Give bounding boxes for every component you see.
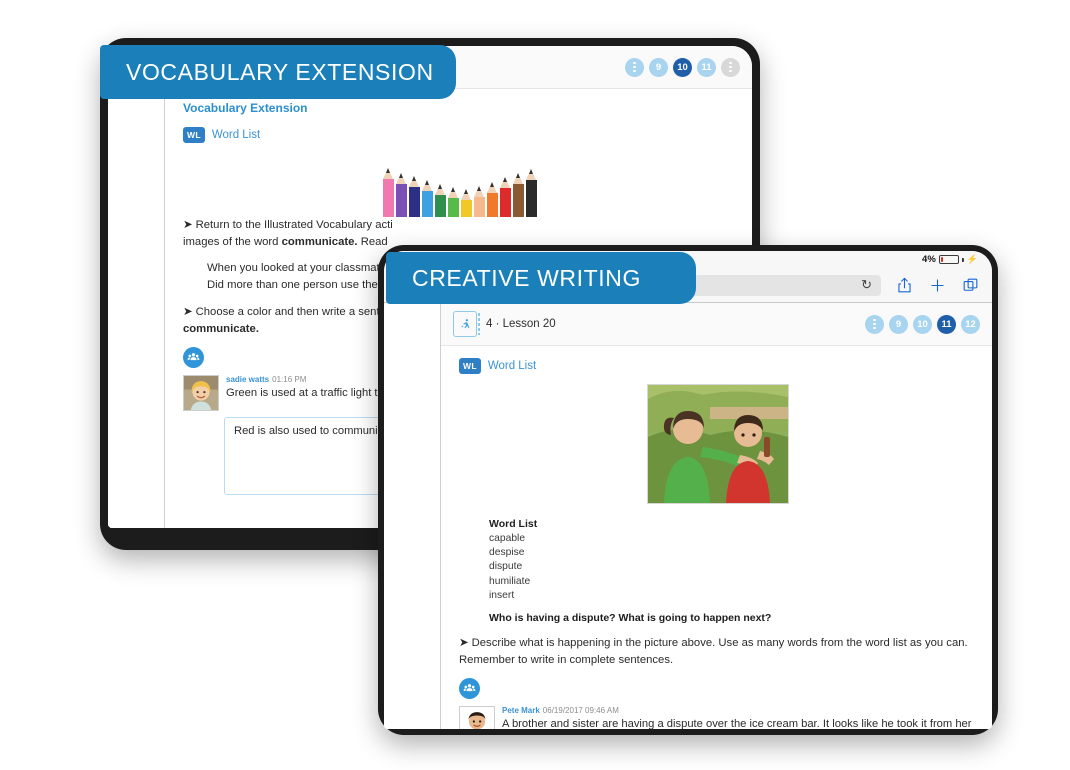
plus-icon[interactable] bbox=[928, 276, 947, 295]
creative-app-body: 4 · Lesson 20 9 10 11 12 WL Word List Wo… bbox=[384, 303, 992, 729]
nav-dot-10[interactable]: 10 bbox=[913, 314, 932, 334]
nav-dot-11[interactable]: 11 bbox=[937, 314, 956, 334]
vocabulary-paragraph-1-line1: ➤ Return to the Illustrated Vocabulary a… bbox=[183, 219, 393, 231]
lesson-running-figure-icon bbox=[453, 311, 480, 337]
vocabulary-extension-ribbon: VOCABULARY EXTENSION bbox=[100, 45, 456, 99]
creative-ribbon-label: CREATIVE WRITING bbox=[412, 264, 641, 291]
creative-comment-meta: Pete Mark 06/19/2017 09:46 AM bbox=[502, 706, 976, 715]
creative-instruction: ➤ Describe what is happening in the pict… bbox=[459, 635, 976, 669]
word-list-item: dispute bbox=[489, 561, 523, 573]
two-children-outdoors-photo bbox=[646, 384, 789, 504]
creative-instruction-line1: ➤ Describe what is happening in the pict… bbox=[459, 637, 968, 650]
avatar bbox=[459, 706, 495, 729]
creative-word-list-block: Word List capable despise dispute humili… bbox=[489, 518, 976, 624]
kebab-dots-icon bbox=[633, 62, 636, 72]
vocabulary-paragraph-1-line2-pre: images of the word bbox=[183, 236, 282, 249]
avatar bbox=[183, 374, 219, 411]
charging-bolt-icon: ⚡ bbox=[966, 254, 978, 264]
word-list-label: Word List bbox=[211, 129, 261, 141]
class-group-icon[interactable] bbox=[183, 346, 204, 368]
creative-lesson-label: 4 · Lesson 20 bbox=[486, 318, 556, 330]
nav-dot-9[interactable]: 9 bbox=[649, 57, 668, 77]
tabs-icon[interactable] bbox=[961, 276, 980, 295]
battery-cap-icon bbox=[961, 257, 964, 262]
creative-question: Who is having a dispute? What is going t… bbox=[489, 612, 772, 625]
word-list-label: Word List bbox=[487, 360, 537, 372]
creative-nav-dots[interactable]: 9 10 11 12 bbox=[865, 314, 980, 334]
nav-dot-menu-left[interactable] bbox=[865, 314, 884, 334]
status-bar-battery-group: 4% ⚡ bbox=[922, 254, 978, 265]
creative-lesson-header: 4 · Lesson 20 9 10 11 12 bbox=[441, 303, 992, 346]
colored-pencils-photo bbox=[360, 155, 560, 217]
kebab-dots-icon bbox=[729, 62, 732, 72]
creative-writing-tablet-screen: 9:30 AM 4% ⚡ exploros.com ↻ bbox=[384, 251, 992, 729]
word-list-badge: WL bbox=[183, 127, 205, 143]
vocabulary-ribbon-label: VOCABULARY EXTENSION bbox=[126, 58, 434, 85]
vocabulary-app-sidebar[interactable] bbox=[108, 46, 165, 528]
nav-dot-menu-left[interactable] bbox=[625, 57, 644, 77]
share-icon[interactable] bbox=[895, 276, 914, 295]
vocabulary-paragraph-1-line2-post: Read bbox=[357, 236, 388, 249]
vocabulary-word-list-link[interactable]: WL Word List bbox=[183, 127, 736, 143]
nav-dot-menu-right[interactable] bbox=[721, 57, 740, 77]
vocabulary-bold-word: communicate. bbox=[281, 236, 358, 249]
vocabulary-sub-line-2: Did more than one person use the sa bbox=[207, 279, 393, 292]
nav-dot-12[interactable]: 12 bbox=[961, 314, 980, 334]
vocabulary-paragraph-2-bold: communicate. bbox=[183, 322, 259, 335]
vocabulary-paragraph-2-line1: ➤ Choose a color and then write a senten bbox=[183, 305, 393, 318]
word-list-heading: Word List bbox=[489, 518, 538, 530]
class-group-icon[interactable] bbox=[459, 678, 480, 700]
word-list-badge: WL bbox=[459, 358, 481, 374]
creative-app-main: 4 · Lesson 20 9 10 11 12 WL Word List Wo… bbox=[441, 303, 992, 729]
creative-word-list-link[interactable]: WL Word List bbox=[459, 358, 976, 374]
comment-time: 01:16 PM bbox=[272, 374, 307, 384]
comment-text: A brother and sister are having a disput… bbox=[502, 718, 972, 729]
vocabulary-section-title: Vocabulary Extension bbox=[183, 101, 308, 115]
creative-content: WL Word List Word List capable despise d… bbox=[441, 346, 992, 729]
nav-dot-9[interactable]: 9 bbox=[889, 314, 908, 334]
word-list-item: despise bbox=[489, 547, 525, 559]
creative-comment: Pete Mark 06/19/2017 09:46 AM A brother a… bbox=[459, 706, 976, 729]
word-list-item: capable bbox=[489, 533, 526, 544]
comment-time: 06/19/2017 09:46 AM bbox=[542, 706, 619, 716]
comment-author[interactable]: Pete Mark bbox=[502, 706, 540, 715]
reload-icon[interactable]: ↻ bbox=[861, 277, 872, 293]
creative-app-sidebar[interactable] bbox=[384, 303, 441, 729]
vocabulary-nav-dots[interactable]: 9 10 11 bbox=[625, 57, 740, 77]
comment-author[interactable]: sadie watts bbox=[226, 375, 269, 384]
creative-writing-tablet-device: 9:30 AM 4% ⚡ exploros.com ↻ bbox=[378, 245, 998, 735]
battery-percent-label: 4% bbox=[922, 254, 936, 265]
word-list-item: insert bbox=[489, 589, 515, 601]
nav-dot-10[interactable]: 10 bbox=[673, 57, 692, 77]
creative-comment-main: Pete Mark 06/19/2017 09:46 AM A brother a… bbox=[502, 706, 976, 729]
creative-instruction-line2: Remember to write in complete sentences. bbox=[459, 654, 674, 667]
creative-writing-ribbon: CREATIVE WRITING bbox=[386, 252, 696, 304]
vocabulary-sub-line-1: When you looked at your classmates' bbox=[207, 262, 394, 275]
word-list-item: humiliate bbox=[489, 575, 531, 587]
kebab-dots-icon bbox=[873, 319, 876, 329]
battery-icon bbox=[938, 255, 959, 264]
nav-dot-11[interactable]: 11 bbox=[697, 57, 716, 77]
